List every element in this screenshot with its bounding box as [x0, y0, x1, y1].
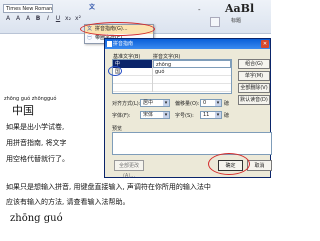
offset-unit: 磅 — [224, 101, 230, 107]
grid-row[interactable] — [113, 76, 231, 84]
change-all-button[interactable]: 全部更改(A)... — [114, 160, 144, 179]
base-text-cell[interactable] — [113, 76, 153, 84]
phonetic-guide-icon[interactable]: 文 — [88, 4, 96, 12]
paragraph-line: 如果是出小学试卷, — [6, 123, 65, 131]
cancel-button[interactable]: 取消 — [247, 160, 272, 171]
base-text-cell[interactable] — [113, 84, 153, 92]
clear-all-button[interactable]: 全部删除(V) — [238, 83, 270, 93]
underline-button[interactable]: U — [54, 15, 62, 23]
mono-button[interactable]: 单字(M) — [238, 71, 270, 81]
group-button[interactable]: 组合(G) — [238, 59, 270, 69]
highlight-annotation — [208, 153, 250, 175]
default-reading-button[interactable]: 默认读音(D) — [238, 95, 270, 105]
toolbar-separator: - — [198, 6, 201, 14]
preview-label: 预览 — [112, 126, 123, 132]
size-unit: 磅 — [224, 113, 230, 119]
superscript-button[interactable]: x² — [74, 15, 82, 23]
size-select[interactable]: 11 — [200, 111, 222, 119]
bold-button[interactable]: B — [34, 15, 42, 23]
heading: 中国 — [12, 104, 34, 117]
pinyin-sample: zhōng guó — [10, 213, 63, 224]
grid-row[interactable] — [113, 84, 231, 92]
offset-label: 偏移量(O): — [175, 101, 200, 107]
preview-box — [112, 132, 272, 155]
close-icon[interactable]: ✕ — [261, 40, 269, 48]
paragraph-button[interactable] — [210, 17, 220, 27]
grid-row[interactable]: 国 guó — [113, 68, 231, 76]
font-label: 字体(F): — [112, 113, 131, 119]
align-label: 对齐方式(L): — [112, 101, 141, 107]
ruby-text-cell[interactable] — [153, 84, 231, 92]
font-name-combo[interactable]: Times New Roman — [3, 4, 53, 13]
style-label[interactable]: 标题 — [231, 17, 241, 24]
subscript-button[interactable]: x₂ — [64, 15, 72, 23]
ruby-text-cell[interactable] — [153, 76, 231, 84]
style-sample[interactable]: AaBl — [225, 2, 254, 15]
highlight-annotation — [108, 66, 122, 76]
dialog-title: 拼音指南 — [113, 41, 134, 47]
font-select[interactable]: 宋体 — [140, 111, 170, 119]
phonetic-grid: 中 zhōng 国 guó — [112, 59, 232, 94]
toolbar-button[interactable]: A — [14, 15, 22, 23]
paragraph-line: 用拼音指南, 将文字 — [6, 139, 67, 147]
italic-button[interactable]: I — [44, 15, 52, 23]
paragraph-line: 用空格代替就行了。 — [6, 155, 69, 163]
paragraph-line: 如果只是想输入拼音, 用键盘直接输入, 声调符在你所用的输入法中 — [6, 183, 211, 191]
toolbar-button[interactable]: A — [24, 15, 32, 23]
paragraph-line: 应该有输入的方法, 请查看输入法帮助。 — [6, 198, 130, 206]
offset-stepper[interactable]: 0 — [200, 99, 222, 107]
app-icon — [107, 41, 112, 47]
ruby-text-cell[interactable]: zhōng — [153, 60, 231, 68]
ruby-text-cell[interactable]: guó — [153, 68, 231, 76]
grid-row[interactable]: 中 zhōng — [113, 60, 231, 68]
toolbar-button[interactable]: A — [4, 15, 12, 23]
size-label: 字号(S): — [175, 113, 194, 119]
align-select[interactable]: 居中 — [140, 99, 170, 107]
dialog-titlebar: 拼音指南 ✕ — [105, 39, 270, 49]
